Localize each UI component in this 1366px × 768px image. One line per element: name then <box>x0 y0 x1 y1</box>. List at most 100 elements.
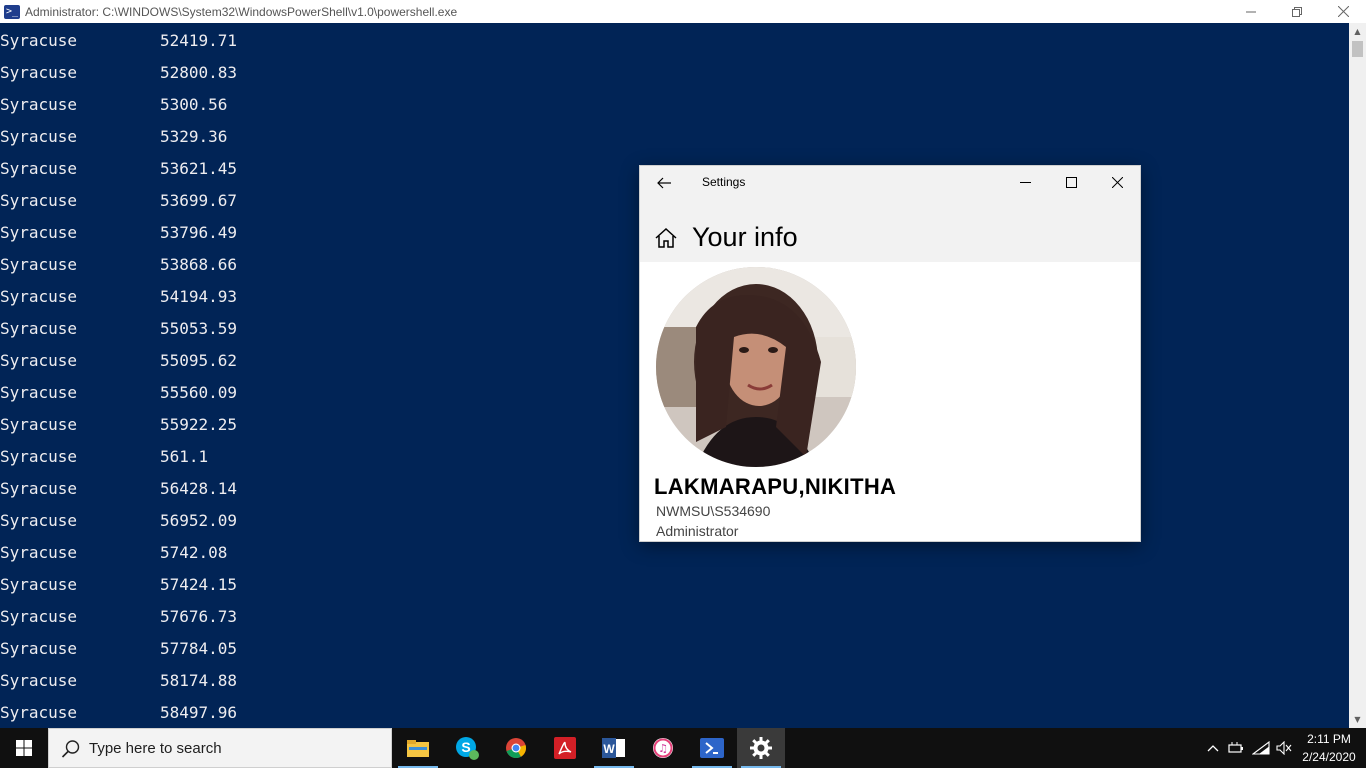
city-cell: Syracuse <box>0 255 78 274</box>
powershell-icon <box>700 738 724 758</box>
minimize-icon <box>1246 11 1256 12</box>
city-cell: Syracuse <box>0 703 78 722</box>
city-cell: Syracuse <box>0 479 78 498</box>
powershell-window-controls <box>1228 0 1366 23</box>
taskbar: Type here to search S W ♫ 2:11 PM 2/24/2… <box>0 728 1366 768</box>
value-cell: 53796.49 <box>160 223 238 242</box>
taskbar-acrobat-reader[interactable] <box>541 728 589 768</box>
maximize-icon <box>1065 176 1077 188</box>
city-cell: Syracuse <box>0 383 78 402</box>
city-cell: Syracuse <box>0 287 78 306</box>
value-cell: 55922.25 <box>160 415 238 434</box>
powershell-window-title: Administrator: C:\WINDOWS\System32\Windo… <box>25 4 458 19</box>
value-cell: 56428.14 <box>160 479 238 498</box>
taskbar-skype[interactable]: S <box>443 728 491 768</box>
city-cell: Syracuse <box>0 511 78 530</box>
taskbar-chrome[interactable] <box>492 728 540 768</box>
taskbar-powershell[interactable] <box>688 728 736 768</box>
user-account-name: NWMSU\S534690 <box>656 503 771 519</box>
value-cell: 56952.09 <box>160 511 238 530</box>
value-cell: 58174.88 <box>160 671 238 690</box>
minimize-button[interactable] <box>1228 0 1274 23</box>
value-cell: 53621.45 <box>160 159 238 178</box>
value-cell: 57676.73 <box>160 607 238 626</box>
chevron-up-icon <box>1207 745 1219 752</box>
battery-status[interactable] <box>1226 728 1248 768</box>
volume-control[interactable] <box>1273 728 1295 768</box>
settings-maximize-button[interactable] <box>1048 166 1094 198</box>
search-icon <box>61 740 80 758</box>
back-arrow-icon <box>657 177 671 189</box>
home-icon[interactable] <box>654 227 678 249</box>
value-cell: 52419.71 <box>160 31 238 50</box>
taskbar-file-explorer[interactable] <box>394 728 442 768</box>
settings-minimize-button[interactable] <box>1002 166 1048 198</box>
value-cell: 5329.36 <box>160 127 228 146</box>
clock-time: 2:11 PM <box>1307 732 1351 746</box>
back-button[interactable] <box>650 170 678 196</box>
taskbar-clock[interactable]: 2:11 PM 2/24/2020 <box>1294 730 1364 766</box>
console-scrollbar[interactable]: ▲ ▼ <box>1349 23 1366 728</box>
close-icon <box>1111 176 1123 188</box>
power-plug-icon <box>1228 742 1243 753</box>
value-cell: 55560.09 <box>160 383 238 402</box>
value-cell: 5742.08 <box>160 543 228 562</box>
taskbar-word[interactable]: W <box>590 728 638 768</box>
value-cell: 57424.15 <box>160 575 238 594</box>
skype-icon: S <box>456 737 479 760</box>
city-cell: Syracuse <box>0 31 78 50</box>
user-role: Administrator <box>656 523 739 539</box>
restore-icon <box>1292 6 1302 17</box>
city-cell: Syracuse <box>0 543 78 562</box>
city-cell: Syracuse <box>0 607 78 626</box>
file-explorer-icon <box>407 740 429 757</box>
settings-window-title: Settings <box>702 175 746 189</box>
city-cell: Syracuse <box>0 575 78 594</box>
search-placeholder: Type here to search <box>89 740 222 757</box>
settings-close-button[interactable] <box>1094 166 1140 198</box>
windows-logo-icon <box>16 740 32 756</box>
close-icon <box>1337 6 1349 17</box>
city-cell: Syracuse <box>0 223 78 242</box>
svg-text:♫: ♫ <box>658 742 668 755</box>
city-cell: Syracuse <box>0 191 78 210</box>
settings-window: Settings Your info LAKMARAPU,NIKITHA NWM… <box>640 166 1140 541</box>
taskbar-itunes[interactable]: ♫ <box>639 728 687 768</box>
city-cell: Syracuse <box>0 319 78 338</box>
minimize-icon <box>1019 181 1031 183</box>
svg-text:S: S <box>461 739 470 755</box>
close-button[interactable] <box>1320 0 1366 23</box>
value-cell: 57784.05 <box>160 639 238 658</box>
word-icon: W <box>602 738 625 758</box>
user-display-name: LAKMARAPU,NIKITHA <box>654 474 897 499</box>
value-cell: 54194.93 <box>160 287 238 306</box>
value-cell: 561.1 <box>160 447 209 466</box>
scrollbar-thumb[interactable] <box>1352 41 1363 57</box>
scroll-up-button[interactable]: ▲ <box>1349 23 1366 40</box>
scroll-down-button[interactable]: ▼ <box>1349 711 1366 728</box>
city-cell: Syracuse <box>0 127 78 146</box>
restore-button[interactable] <box>1274 0 1320 23</box>
powershell-titlebar[interactable]: >_ Administrator: C:\WINDOWS\System32\Wi… <box>0 0 1366 23</box>
taskbar-search-box[interactable]: Type here to search <box>48 728 392 768</box>
svg-text:W: W <box>603 742 615 756</box>
value-cell: 55053.59 <box>160 319 238 338</box>
show-hidden-icons-button[interactable] <box>1202 728 1224 768</box>
settings-window-controls <box>1002 166 1140 198</box>
city-cell: Syracuse <box>0 351 78 370</box>
user-photo <box>656 267 856 467</box>
taskbar-settings[interactable] <box>737 728 785 768</box>
city-cell: Syracuse <box>0 95 78 114</box>
chrome-icon <box>506 738 526 759</box>
city-cell: Syracuse <box>0 639 78 658</box>
settings-header: Settings Your info <box>640 166 1140 262</box>
value-cell: 55095.62 <box>160 351 238 370</box>
value-cell: 58497.96 <box>160 703 238 722</box>
volume-muted-icon <box>1276 741 1292 755</box>
user-avatar <box>656 267 856 467</box>
value-cell: 53868.66 <box>160 255 238 274</box>
city-cell: Syracuse <box>0 415 78 434</box>
network-status[interactable] <box>1250 728 1272 768</box>
itunes-icon: ♫ <box>653 738 673 758</box>
start-button[interactable] <box>0 728 48 768</box>
